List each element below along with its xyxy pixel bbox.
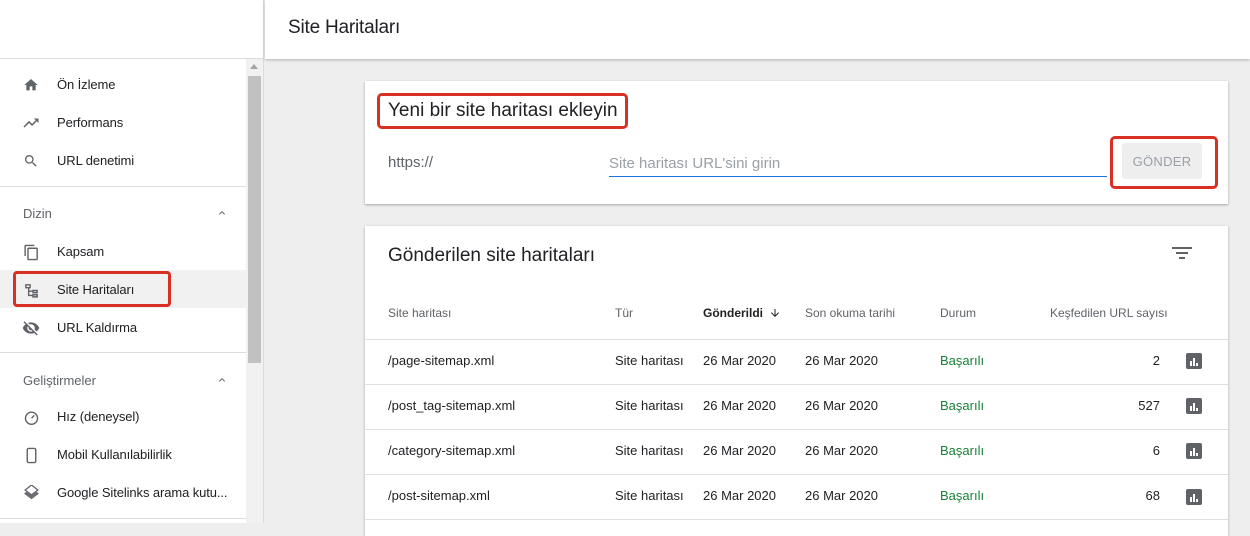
column-header-submitted[interactable]: Gönderildi — [703, 306, 781, 320]
cell-url-count: 68 — [1145, 488, 1160, 503]
url-prefix: https:// — [388, 154, 434, 171]
bar-chart-icon[interactable] — [1186, 353, 1202, 369]
cell-sitemap: /category-sitemap.xml — [388, 443, 516, 458]
bar-chart-icon[interactable] — [1186, 398, 1202, 414]
cell-submitted: 26 Mar 2020 — [703, 488, 776, 503]
bar-chart-icon[interactable] — [1186, 443, 1202, 459]
row-divider — [365, 339, 1228, 340]
sidebar-item-label: Ön İzleme — [57, 76, 116, 92]
row-divider — [365, 519, 1228, 520]
layers-icon — [22, 484, 40, 502]
sidebar-item-mobile-usability[interactable]: Mobil Kullanılabilirlik — [0, 435, 246, 473]
copy-icon — [22, 243, 40, 261]
chevron-up-icon — [219, 378, 225, 382]
chevron-up-icon — [219, 211, 225, 215]
submitted-sitemaps-card: Gönderilen site haritaları Site haritası… — [365, 226, 1228, 536]
sidebar-divider — [0, 352, 246, 353]
add-sitemap-card: Yeni bir site haritası ekleyin https:// … — [365, 81, 1228, 204]
sidebar-item-coverage[interactable]: Kapsam — [0, 232, 246, 270]
column-header-discovered-urls[interactable]: Keşfedilen URL sayısı — [1050, 306, 1168, 320]
column-header-last-read[interactable]: Son okuma tarihi — [805, 306, 895, 320]
cell-submitted: 26 Mar 2020 — [703, 443, 776, 458]
arrow-down-icon — [771, 309, 779, 317]
cell-sitemap: /page-sitemap.xml — [388, 353, 495, 368]
row-divider — [365, 474, 1228, 475]
sidebar-item-performance[interactable]: Performans — [0, 103, 246, 141]
sidebar-divider — [0, 186, 246, 187]
cell-status: Başarılı — [940, 443, 985, 458]
sidebar-item-label: Mobil Kullanılabilirlik — [57, 446, 172, 462]
cell-last-read: 26 Mar 2020 — [805, 353, 878, 368]
sidebar-item-label: Kapsam — [57, 243, 105, 259]
cell-type: Site haritası — [615, 398, 684, 413]
sidebar-item-overview[interactable]: Ön İzleme — [0, 65, 246, 103]
scroll-up-arrow-icon[interactable] — [250, 64, 258, 69]
page-title: Site Haritaları — [288, 17, 401, 38]
sidebar-item-label: Google Sitelinks arama kutu... — [57, 484, 228, 500]
trending-up-icon — [22, 114, 40, 132]
section-label: Dizin — [23, 205, 52, 221]
cell-submitted: 26 Mar 2020 — [703, 398, 776, 413]
cell-sitemap: /post-sitemap.xml — [388, 488, 490, 503]
home-icon — [22, 76, 40, 94]
cell-type: Site haritası — [615, 353, 684, 368]
phone-icon — [22, 446, 40, 464]
cell-last-read: 26 Mar 2020 — [805, 443, 878, 458]
section-label: Geliştirmeler — [23, 372, 96, 388]
cell-last-read: 26 Mar 2020 — [805, 398, 878, 413]
submitted-sitemaps-title: Gönderilen site haritaları — [388, 245, 595, 266]
section-header-enhancements[interactable]: Geliştirmeler — [0, 362, 246, 398]
scroll-thumb[interactable] — [248, 76, 261, 363]
sidebar-item-url-inspection[interactable]: URL denetimi — [0, 141, 246, 179]
sidebar-item-speed[interactable]: Hız (deneysel) — [0, 397, 246, 435]
sidebar-header — [0, 0, 263, 59]
cell-type: Site haritası — [615, 443, 684, 458]
cell-url-count: 527 — [1138, 398, 1160, 413]
highlight-box-sitemaps — [13, 271, 171, 307]
cell-type: Site haritası — [615, 488, 684, 503]
column-header-label: Gönderildi — [703, 306, 763, 320]
sidebar-item-url-removal[interactable]: URL Kaldırma — [0, 308, 246, 346]
cell-last-read: 26 Mar 2020 — [805, 488, 878, 503]
sidebar-item-sitelinks-searchbox[interactable]: Google Sitelinks arama kutu... — [0, 473, 246, 511]
top-bar: Site Haritaları — [265, 0, 1250, 59]
sitemap-url-input[interactable] — [609, 147, 1107, 177]
column-header-type[interactable]: Tür — [615, 306, 633, 320]
sidebar-item-label: Performans — [57, 114, 124, 130]
sidebar-item-label: URL denetimi — [57, 152, 135, 168]
highlight-box-submit — [1110, 136, 1218, 189]
cell-sitemap: /post_tag-sitemap.xml — [388, 398, 516, 413]
filter-icon[interactable] — [1172, 245, 1192, 261]
cell-status: Başarılı — [940, 398, 985, 413]
cell-status: Başarılı — [940, 488, 985, 503]
row-divider — [365, 429, 1228, 430]
cell-submitted: 26 Mar 2020 — [703, 353, 776, 368]
sidebar-item-label: URL Kaldırma — [57, 319, 137, 335]
speed-icon — [22, 408, 40, 426]
bar-chart-icon[interactable] — [1186, 489, 1202, 505]
search-icon — [22, 152, 40, 170]
sidebar-scrollbar[interactable] — [246, 59, 263, 523]
highlight-box-add-title — [377, 93, 628, 129]
cell-url-count: 6 — [1152, 443, 1160, 458]
row-divider — [365, 384, 1228, 385]
sidebar-divider — [0, 518, 246, 519]
column-header-status[interactable]: Durum — [940, 306, 976, 320]
visibility-off-icon — [22, 319, 40, 337]
cell-url-count: 2 — [1152, 353, 1160, 368]
column-header-sitemap[interactable]: Site haritası — [388, 306, 451, 320]
section-header-index[interactable]: Dizin — [0, 195, 246, 231]
sidebar-item-label: Hız (deneysel) — [57, 408, 140, 424]
cell-status: Başarılı — [940, 353, 985, 368]
sidebar: Ön İzleme Performans URL denetimi Dizin … — [0, 0, 264, 523]
